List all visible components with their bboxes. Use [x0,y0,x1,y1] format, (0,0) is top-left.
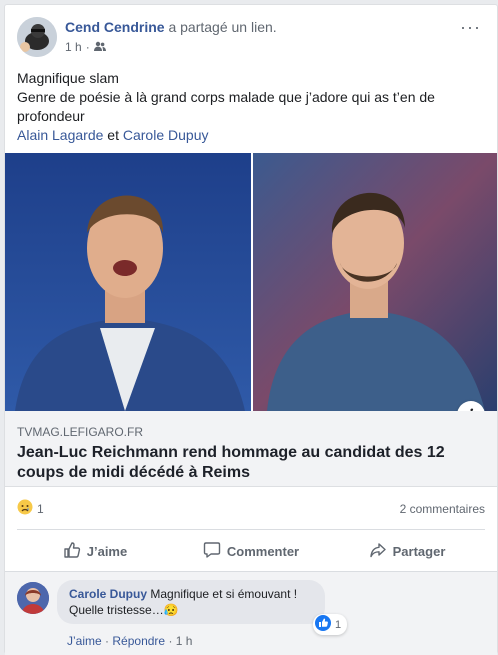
like-button[interactable]: J’aime [17,533,173,569]
comment-like-count: 1 [335,618,342,631]
commenter-name[interactable]: Carole Dupuy [69,587,147,601]
post-text: Magnifique slam Genre de poésie à là gra… [17,69,487,145]
tag-alain-lagarde[interactable]: Alain Lagarde [17,127,103,143]
more-options-icon[interactable]: ··· [460,18,481,36]
reaction-count: 1 [37,501,44,516]
comment-time[interactable]: 1 h [176,634,193,648]
author-avatar[interactable] [17,17,57,57]
share-button[interactable]: Partager [329,533,485,569]
commenter-avatar[interactable] [17,582,49,614]
sad-reaction-icon [17,499,33,518]
author-name[interactable]: Cend Cendrine [65,19,165,35]
sad-emoji: 😥 [163,603,179,617]
comment-reply-link[interactable]: Répondre [112,634,165,648]
link-headline[interactable]: Jean-Luc Reichmann rend hommage au candi… [17,443,457,483]
post-meta: 1 h · [65,40,106,54]
link-preview-image[interactable] [5,153,497,411]
comment-button[interactable]: Commenter [173,533,329,569]
comment-bubble: Carole Dupuy Magnifique et si émouvant !… [57,580,325,624]
comments-count[interactable]: 2 commentaires [400,502,485,516]
post-action-text: a partagé un lien. [168,19,277,35]
post-title: Cend Cendrine a partagé un lien. [65,19,277,35]
post-time[interactable]: 1 h [65,40,82,54]
comment-meta: J’aime · Répondre · 1 h [67,634,193,648]
friends-icon[interactable] [93,40,106,54]
comment-icon [203,541,221,562]
share-icon [369,541,387,562]
comment-like-link[interactable]: J’aime [67,634,102,648]
divider [17,529,485,530]
tag-separator: et [103,127,123,143]
post-actions: J’aime Commenter Partager [17,533,485,569]
comment-label: Commenter [226,543,300,559]
post-stats: 1 2 commentaires [17,499,485,521]
like-label: J’aime [86,543,128,559]
post-header: Cend Cendrine a partagé un lien. 1 h · ·… [17,17,485,61]
thumbs-up-icon [63,541,81,562]
comment-like-badge[interactable]: 1 [313,614,348,635]
share-label: Partager [392,543,446,559]
link-preview[interactable]: TVMAG.LEFIGARO.FR Jean-Luc Reichmann ren… [5,411,497,487]
comments-section: Carole Dupuy Magnifique et si émouvant !… [5,571,497,655]
tag-carole-dupuy[interactable]: Carole Dupuy [123,127,209,143]
link-domain: TVMAG.LEFIGARO.FR [17,425,144,439]
tagged-people: Alain Lagarde et Carole Dupuy [17,126,487,145]
like-badge-icon [315,615,331,634]
reactions-summary[interactable]: 1 [17,499,44,518]
post-card: Cend Cendrine a partagé un lien. 1 h · ·… [4,4,498,655]
post-text-line1: Magnifique slam [17,70,119,86]
post-text-line2: Genre de poésie à là grand corps malade … [17,89,435,124]
